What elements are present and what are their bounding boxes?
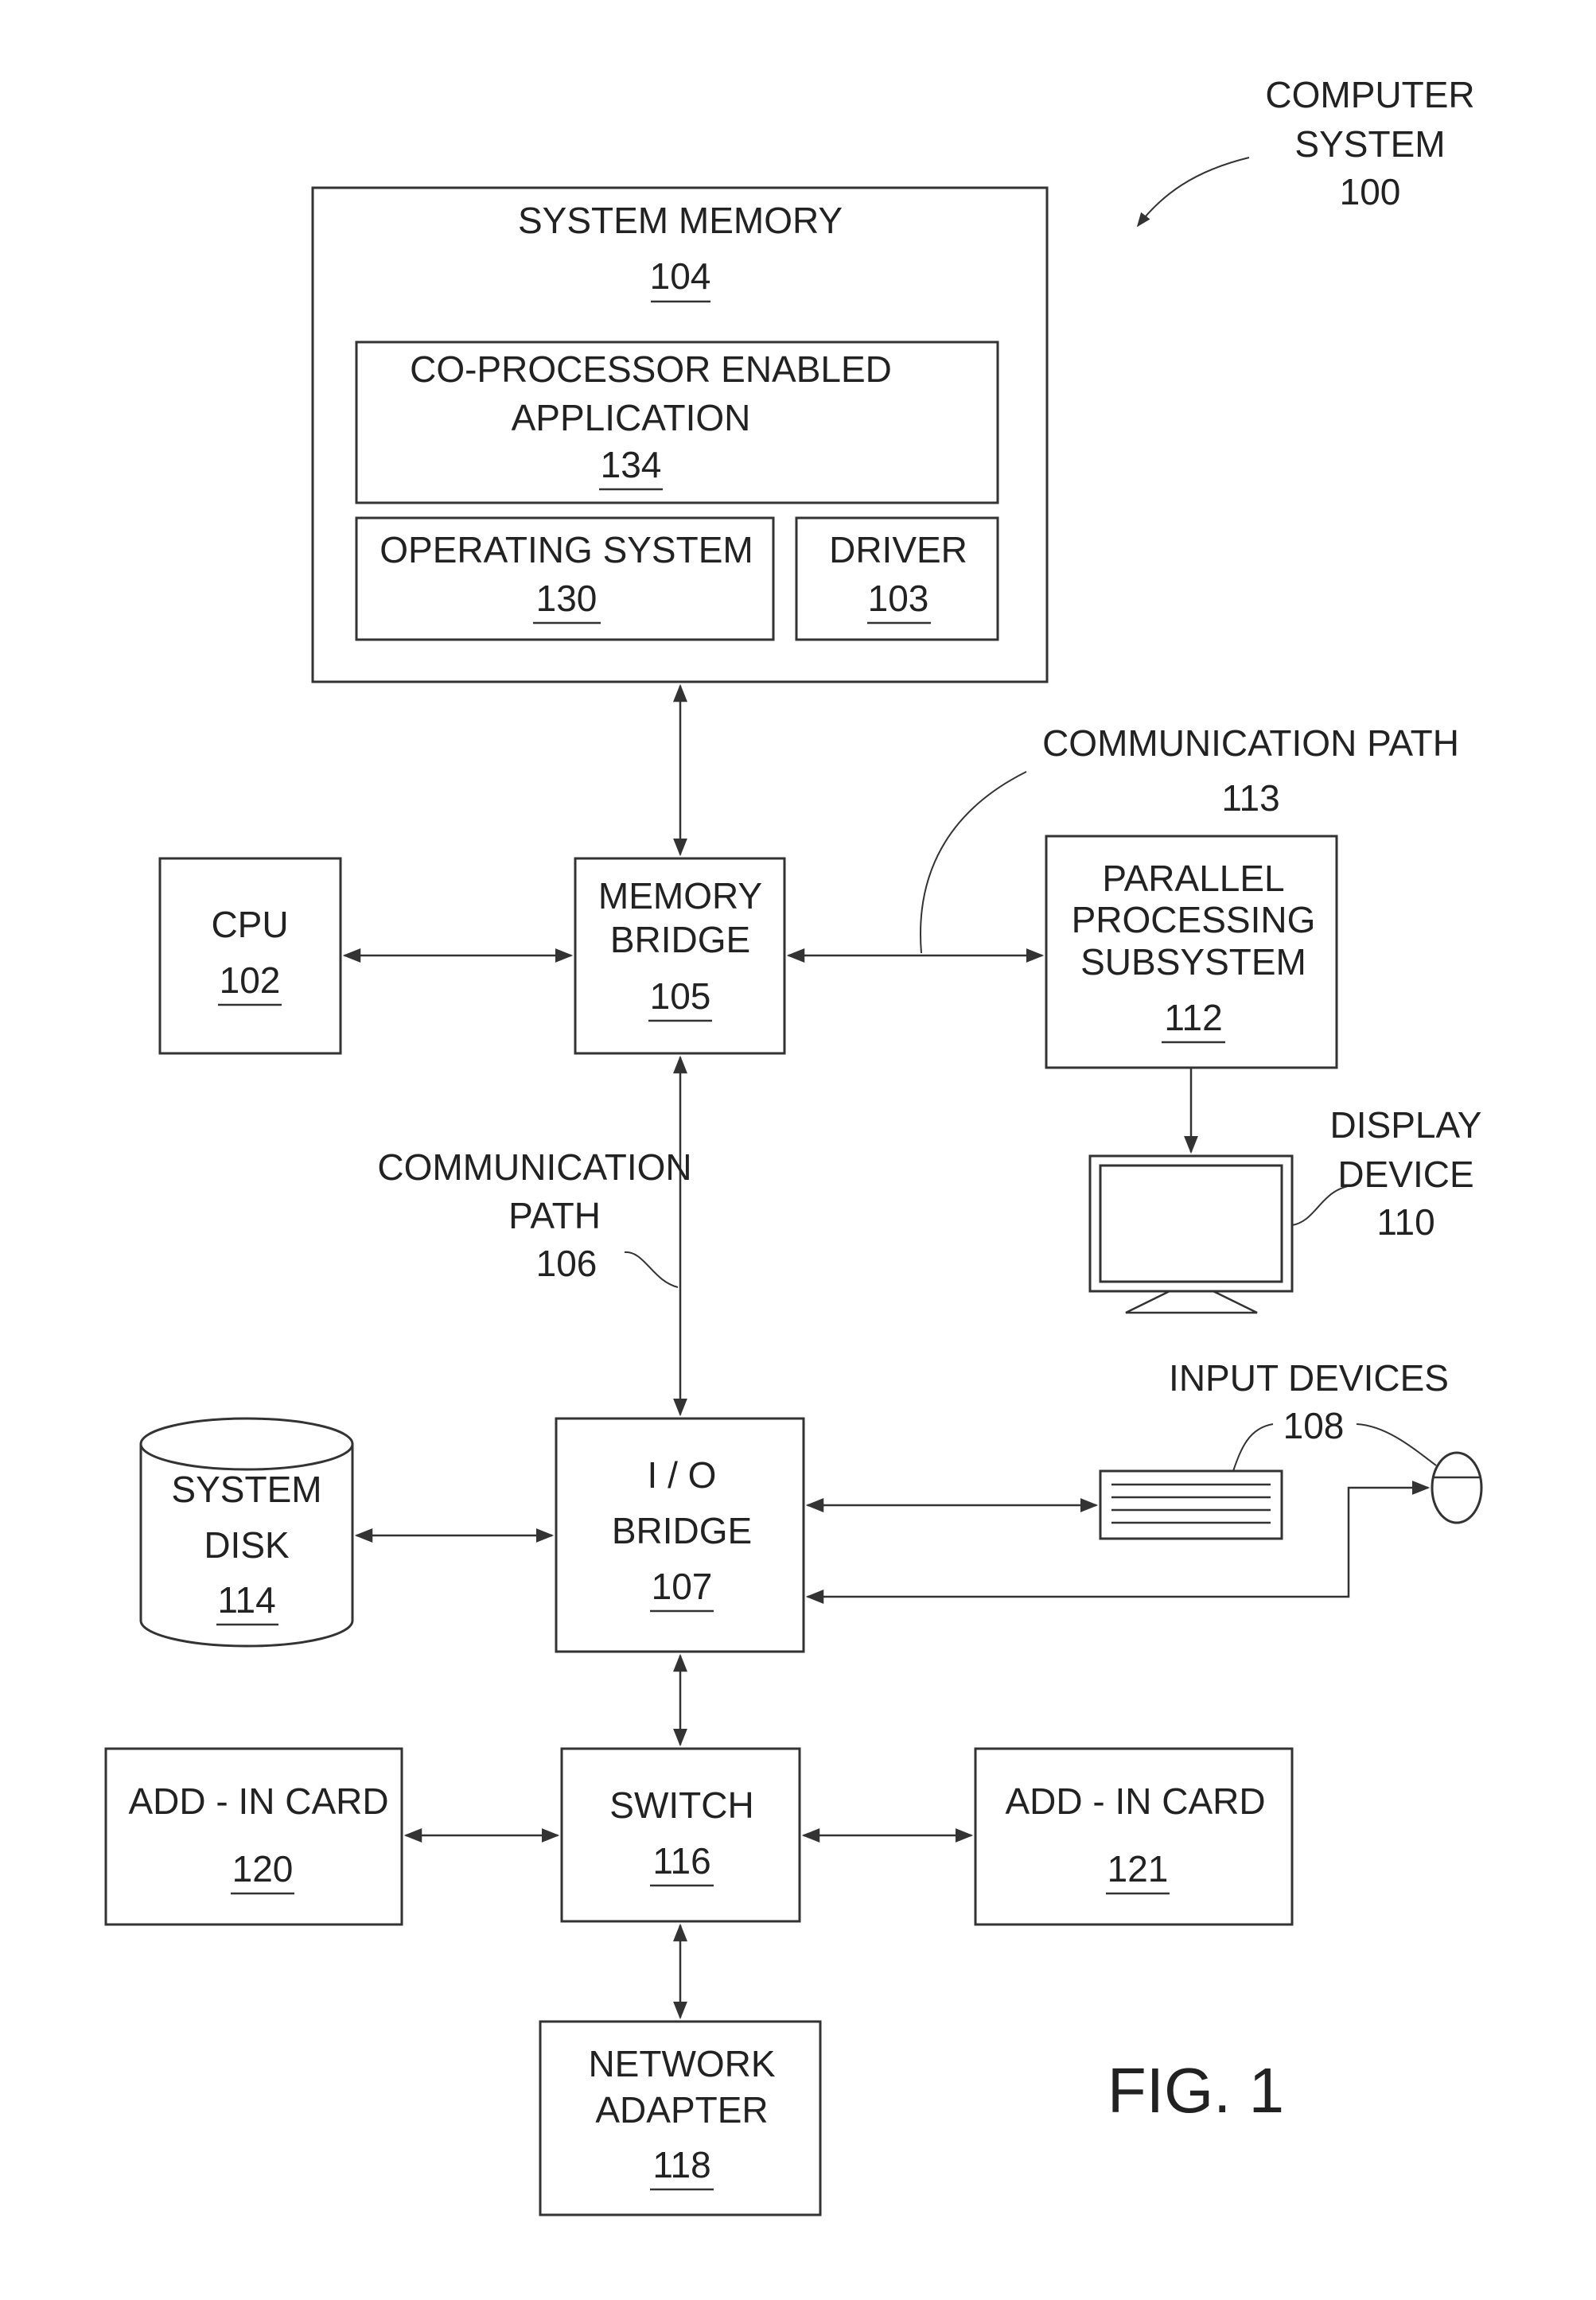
computer-system-label: COMPUTER SYSTEM 100 (1136, 74, 1475, 228)
mouse-body (1431, 1451, 1483, 1524)
network-adapter-title-line2: ADAPTER (595, 2089, 768, 2131)
display-device-ref: 110 (1376, 1201, 1434, 1243)
comm-path-113-ref: 113 (1221, 777, 1279, 819)
mouse[interactable] (1431, 1451, 1483, 1524)
input-devices-leader-mouse (1356, 1423, 1437, 1466)
computer-system-title-line2: SYSTEM (1294, 123, 1445, 165)
coprocessor-app-ref: 134 (601, 444, 662, 485)
system-memory-ref: 104 (650, 255, 711, 297)
addin-card-121-block[interactable]: ADD - IN CARD 121 (974, 1747, 1294, 1926)
addin-card-120-box (104, 1747, 403, 1926)
system-disk-ref: 114 (217, 1579, 275, 1621)
system-disk-top (139, 1417, 354, 1471)
display-device[interactable] (1088, 1154, 1294, 1314)
system-disk-title-line2: DISK (204, 1524, 290, 1566)
cpu-box (158, 857, 342, 1055)
addin-card-120-block[interactable]: ADD - IN CARD 120 (104, 1747, 403, 1926)
computer-system-diagram: COMPUTER SYSTEM 100 SYSTEM MEMORY 104 CO… (104, 74, 1483, 2216)
comm-path-113-leader (920, 771, 1027, 954)
io-bridge-block[interactable]: I / O BRIDGE 107 (555, 1417, 805, 1653)
cpu-title: CPU (211, 904, 288, 945)
computer-system-ref: 100 (1340, 171, 1401, 212)
parallel-processing-block[interactable]: PARALLEL PROCESSING SUBSYSTEM 112 (1045, 835, 1338, 1069)
network-adapter-ref: 118 (652, 2144, 710, 2185)
switch-title: SWITCH (609, 1784, 753, 1826)
io-bridge-title-line2: BRIDGE (612, 1510, 752, 1551)
system-disk-block[interactable]: SYSTEM DISK 114 (139, 1417, 354, 1648)
memory-bridge-title-line2: BRIDGE (610, 919, 750, 960)
keyboard-body (1099, 1469, 1283, 1540)
computer-system-title-line1: COMPUTER (1265, 74, 1474, 115)
io-bridge-ref: 107 (652, 1566, 713, 1607)
io-bridge-title-line1: I / O (648, 1454, 717, 1496)
network-adapter-block[interactable]: NETWORK ADAPTER 118 (539, 2020, 822, 2216)
operating-system-title: OPERATING SYSTEM (380, 529, 753, 570)
network-adapter-title-line1: NETWORK (588, 2043, 775, 2084)
addin-card-120-ref: 120 (232, 1848, 294, 1889)
driver-ref: 103 (868, 578, 929, 619)
switch-block[interactable]: SWITCH 116 (560, 1747, 801, 1923)
keyboard[interactable] (1099, 1469, 1283, 1540)
addin-card-121-ref: 121 (1107, 1848, 1169, 1889)
operating-system-ref: 130 (536, 578, 598, 619)
coprocessor-app-block[interactable]: CO-PROCESSOR ENABLED APPLICATION 134 (355, 341, 999, 504)
input-devices-callout: INPUT DEVICES 108 (1169, 1357, 1449, 1446)
coprocessor-app-title-line2: APPLICATION (512, 397, 751, 438)
operating-system-block[interactable]: OPERATING SYSTEM 130 (355, 516, 775, 641)
display-device-callout: DISPLAY DEVICE 110 (1330, 1104, 1482, 1243)
coprocessor-app-title-line1: CO-PROCESSOR ENABLED (410, 348, 892, 390)
input-devices-title: INPUT DEVICES (1169, 1357, 1449, 1399)
driver-block[interactable]: DRIVER 103 (795, 516, 999, 641)
input-devices-leader-keyboard (1232, 1423, 1274, 1472)
system-memory-title: SYSTEM MEMORY (518, 200, 843, 241)
memory-bridge-ref: 105 (650, 975, 711, 1017)
memory-bridge-title-line1: MEMORY (598, 875, 762, 916)
comm-path-113-title: COMMUNICATION PATH (1042, 722, 1459, 764)
comm-path-106-callout: COMMUNICATION PATH 106 (377, 1146, 691, 1284)
parallel-processing-title-line2: PROCESSING (1072, 899, 1316, 940)
parallel-processing-ref: 112 (1164, 997, 1222, 1038)
switch-ref: 116 (652, 1840, 710, 1882)
comm-path-106-title-line2: PATH (508, 1195, 601, 1236)
computer-system-pointer-arrow (1136, 157, 1250, 228)
display-device-title-line2: DEVICE (1337, 1154, 1473, 1195)
memory-bridge-block[interactable]: MEMORY BRIDGE 105 (574, 857, 786, 1055)
comm-path-113-callout: COMMUNICATION PATH 113 (1042, 722, 1459, 819)
comm-path-106-title-line1: COMMUNICATION (377, 1146, 691, 1188)
monitor-stand (1125, 1290, 1258, 1314)
addin-card-121-box (974, 1747, 1294, 1926)
addin-card-121-title: ADD - IN CARD (1005, 1780, 1265, 1822)
parallel-processing-title-line1: PARALLEL (1102, 858, 1284, 899)
addin-card-120-title: ADD - IN CARD (128, 1780, 388, 1822)
cpu-block[interactable]: CPU 102 (158, 857, 342, 1055)
figure-caption: FIG. 1 (1107, 2055, 1284, 2126)
display-device-title-line1: DISPLAY (1330, 1104, 1482, 1146)
input-devices-ref: 108 (1283, 1405, 1345, 1446)
driver-title: DRIVER (829, 529, 967, 570)
monitor-screen (1099, 1164, 1283, 1283)
comm-path-106-ref: 106 (536, 1243, 598, 1284)
parallel-processing-title-line3: SUBSYSTEM (1080, 941, 1306, 983)
cpu-ref: 102 (220, 959, 281, 1001)
system-disk-title-line1: SYSTEM (171, 1469, 321, 1510)
comm-path-106-leader (624, 1251, 679, 1288)
switch-box (560, 1747, 801, 1923)
